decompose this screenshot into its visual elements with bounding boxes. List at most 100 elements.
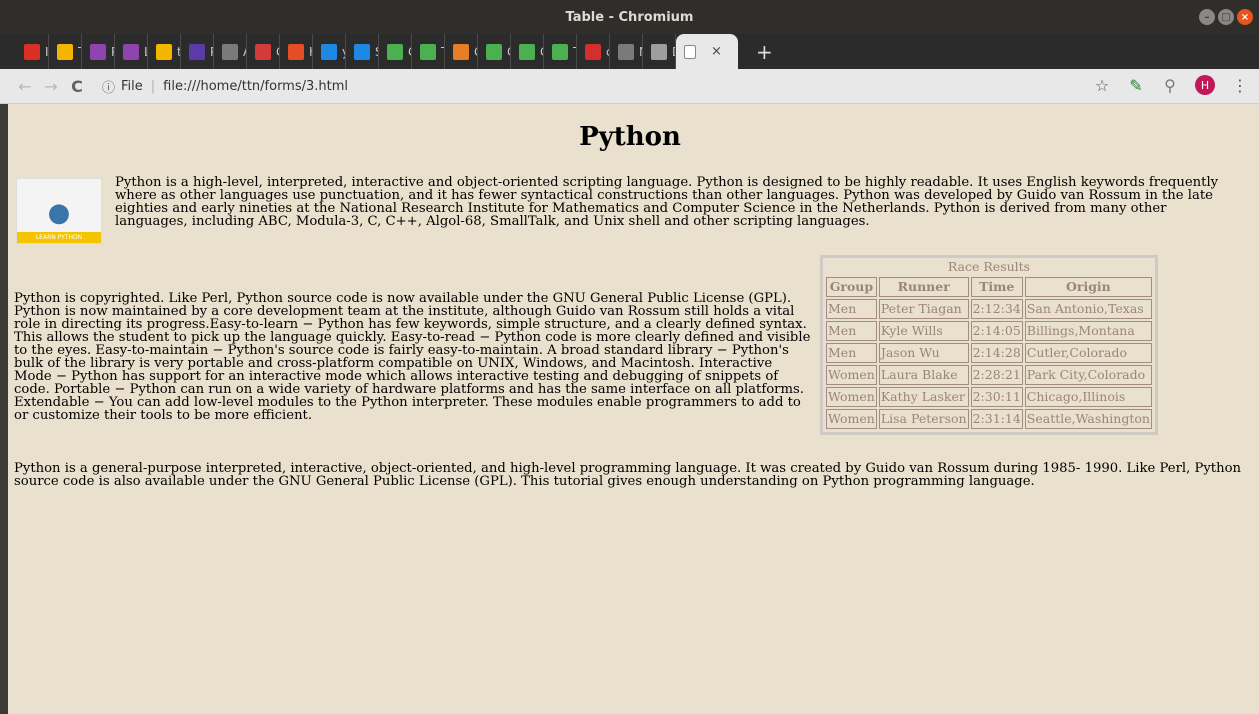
table-row: Women Lisa Peterson 2:31:14 Seattle,Wash… — [826, 409, 1152, 429]
w3-icon — [552, 43, 568, 60]
square-icon — [288, 43, 304, 60]
page-icon — [684, 44, 696, 59]
header-origin: Origin — [1024, 277, 1152, 297]
tab-0[interactable]: Inl — [16, 34, 49, 69]
cell-origin: Seattle,Washington — [1024, 409, 1152, 429]
tab-17[interactable]: css — [577, 34, 610, 69]
co-icon — [255, 43, 271, 60]
cell-time: 2:14:28 — [970, 343, 1023, 363]
window-controls: – □ × — [1199, 9, 1253, 25]
tab-8[interactable]: HT — [280, 34, 313, 69]
address-bar[interactable]: ⓘ File | file:///home/ttn/forms/3.html — [102, 74, 348, 98]
tab-12[interactable]: Try — [412, 34, 445, 69]
w3-icon — [486, 43, 502, 60]
tab-19[interactable]: Di — [643, 34, 676, 69]
gmail-icon — [24, 43, 40, 60]
tab-3[interactable]: Le — [115, 34, 148, 69]
cell-origin: San Antonio,Texas — [1024, 299, 1152, 319]
cell-origin: Billings,Montana — [1024, 321, 1152, 341]
flag-icon — [354, 43, 370, 60]
tab-2[interactable]: Pr — [82, 34, 115, 69]
tab-11[interactable]: CS — [379, 34, 412, 69]
new-tab-button[interactable]: + — [756, 40, 773, 64]
table-caption: Race Results — [947, 259, 1031, 274]
python-logo-icon: ● — [47, 198, 71, 228]
bookmark-star-icon[interactable]: ☆ — [1093, 76, 1111, 95]
browser-toolbar: ← → C ⓘ File | file:///home/ttn/forms/3.… — [0, 69, 1259, 104]
page-icon — [222, 43, 238, 60]
extension-eyedropper-icon[interactable]: ⚲ — [1161, 76, 1179, 95]
tab-15[interactable]: CS — [511, 34, 544, 69]
header-time: Time — [970, 277, 1023, 297]
profile-avatar[interactable]: H — [1195, 75, 1215, 95]
tab-13[interactable]: Gr — [445, 34, 478, 69]
minimize-button[interactable]: – — [1199, 9, 1215, 25]
race-results-table: Race Results Group Runner Time Origin Me… — [820, 255, 1158, 435]
cell-group: Men — [826, 299, 877, 319]
menu-icon[interactable]: ⋮ — [1231, 76, 1249, 95]
logo-caption: LEARN PYTHON — [17, 232, 101, 243]
table-row: Men Peter Tiagan 2:12:34 San Antonio,Tex… — [826, 299, 1152, 319]
toolbar-actions: ☆ ✎ ⚲ H ⋮ — [1093, 75, 1249, 95]
tab-6[interactable]: AA — [214, 34, 247, 69]
close-window-button[interactable]: × — [1237, 9, 1253, 25]
tab-9[interactable]: yo — [313, 34, 346, 69]
cell-runner: Kyle Wills — [878, 321, 969, 341]
flag-icon — [321, 43, 337, 60]
cell-origin: Park City,Colorado — [1024, 365, 1152, 385]
cell-runner: Peter Tiagan — [878, 299, 969, 319]
tab-10[interactable]: Sta — [346, 34, 379, 69]
info-icon[interactable]: ⓘ — [102, 77, 115, 96]
cell-runner: Lisa Peterson — [878, 409, 969, 429]
table-row: Women Kathy Lasker 2:30:11 Chicago,Illin… — [826, 387, 1152, 407]
gear-icon — [651, 43, 667, 60]
cell-time: 2:14:05 — [970, 321, 1023, 341]
tab-7[interactable]: Co — [247, 34, 280, 69]
w3-icon — [420, 43, 436, 60]
tab-active[interactable]: × — [676, 34, 738, 69]
cell-group: Women — [826, 409, 877, 429]
cell-origin: Cutler,Colorado — [1024, 343, 1152, 363]
window-title: Table - Chromium — [565, 9, 694, 25]
tab-4[interactable]: te — [148, 34, 181, 69]
maximize-button[interactable]: □ — [1218, 9, 1234, 25]
table-header-row: Group Runner Time Origin — [826, 277, 1152, 297]
window-titlebar: Table - Chromium – □ × — [0, 0, 1259, 34]
table-row: Women Laura Blake 2:28:21 Park City,Colo… — [826, 365, 1152, 385]
header-runner: Runner — [878, 277, 969, 297]
features-paragraph: Python is copyrighted. Like Perl, Python… — [14, 291, 811, 423]
table-row: Men Jason Wu 2:14:28 Cutler,Colorado — [826, 343, 1152, 363]
cell-group: Men — [826, 343, 877, 363]
extension-color-icon[interactable]: ✎ — [1127, 76, 1145, 95]
cell-group: Women — [826, 365, 877, 385]
tab-16[interactable]: Try — [544, 34, 577, 69]
page-viewport: Python ● LEARN PYTHON Python is a high-l… — [8, 104, 1259, 714]
cell-time: 2:31:14 — [970, 409, 1023, 429]
tab-14[interactable]: CS — [478, 34, 511, 69]
tab-close-icon[interactable]: × — [711, 44, 722, 59]
page-icon — [618, 43, 634, 60]
tab-18[interactable]: Ne — [610, 34, 643, 69]
url-text[interactable]: file:///home/ttn/forms/3.html — [163, 79, 348, 94]
omnibox-separator: | — [150, 78, 156, 94]
forward-button[interactable]: → — [38, 77, 64, 96]
tab-1[interactable]: Tal — [49, 34, 82, 69]
mountain-icon — [585, 43, 601, 60]
back-button[interactable]: ← — [12, 77, 38, 96]
intro-paragraph: Python is a high-level, interpreted, int… — [115, 175, 1219, 229]
python-logo-image: ● LEARN PYTHON — [16, 178, 102, 244]
reload-button[interactable]: C — [64, 77, 90, 96]
circle-icon — [90, 43, 106, 60]
cell-runner: Jason Wu — [878, 343, 969, 363]
doc-icon — [156, 43, 172, 60]
cell-time: 2:30:11 — [970, 387, 1023, 407]
doc-icon — [57, 43, 73, 60]
circle-icon — [123, 43, 139, 60]
tab-5[interactable]: PS — [181, 34, 214, 69]
cell-origin: Chicago,Illinois — [1024, 387, 1152, 407]
cell-group: Women — [826, 387, 877, 407]
cell-runner: Kathy Lasker — [878, 387, 969, 407]
scheme-label: File — [121, 78, 143, 94]
cell-group: Men — [826, 321, 877, 341]
header-group: Group — [826, 277, 877, 297]
